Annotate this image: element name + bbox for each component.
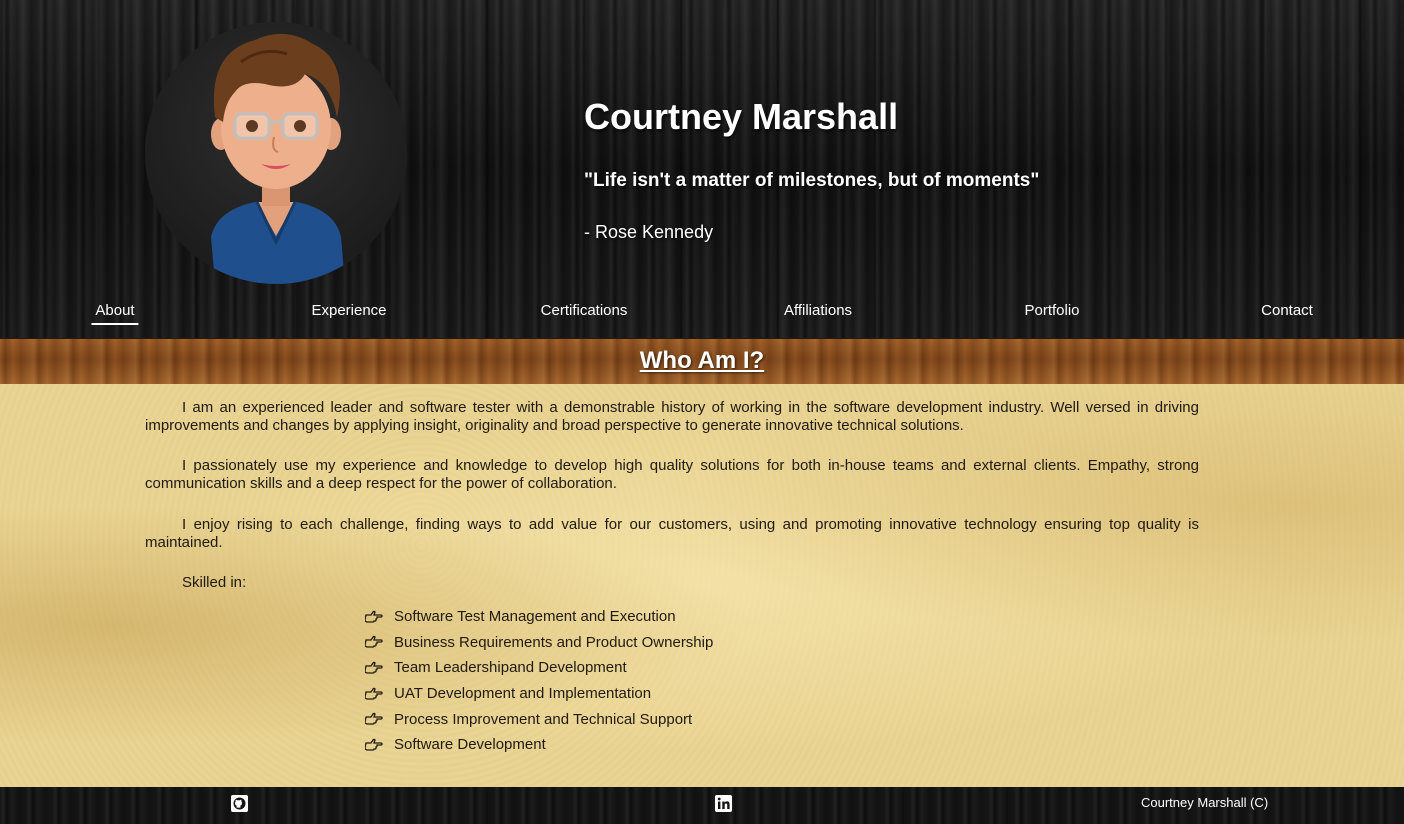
skill-item: UAT Development and Implementation: [365, 681, 713, 707]
main-nav: About Experience Certifications Affiliat…: [0, 297, 1404, 331]
profile-quote: "Life isn't a matter of milestones, but …: [584, 170, 1040, 191]
section-title: Who Am I?: [639, 347, 765, 374]
profile-name: Courtney Marshall: [584, 96, 899, 137]
nav-item-portfolio[interactable]: Portfolio: [1020, 302, 1083, 323]
copyright-text: Courtney Marshall (C): [1141, 795, 1269, 810]
about-content: I am an experienced leader and software …: [0, 384, 1404, 787]
about-paragraph: I enjoy rising to each challenge, findin…: [145, 516, 1199, 551]
quote-author: - Rose Kennedy: [584, 222, 714, 242]
skill-label: Team Leadershipand Development: [394, 659, 627, 677]
hand-pointing-right-icon: [365, 713, 383, 725]
skill-item: Business Requirements and Product Owners…: [365, 630, 713, 656]
hand-pointing-right-icon: [365, 661, 383, 674]
skills-list: Software Test Management and Execution B…: [365, 604, 713, 758]
skill-item: Software Development: [365, 732, 713, 758]
skilled-label: Skilled in:: [182, 574, 247, 591]
hand-pointing-right-icon: [365, 610, 383, 623]
nav-item-contact[interactable]: Contact: [1257, 302, 1317, 323]
about-paragraph: I passionately use my experience and kno…: [145, 457, 1199, 492]
skill-label: Process Improvement and Technical Suppor…: [394, 710, 693, 728]
section-banner: Who Am I?: [0, 338, 1404, 385]
nav-item-certifications[interactable]: Certifications: [537, 302, 632, 323]
skill-item: Team Leadershipand Development: [365, 655, 713, 681]
skill-item: Software Test Management and Execution: [365, 604, 713, 630]
hand-pointing-right-icon: [365, 687, 383, 700]
nav-item-about[interactable]: About: [91, 302, 139, 325]
avatar: [145, 22, 407, 284]
about-paragraph: I am an experienced leader and software …: [145, 399, 1199, 434]
linkedin-icon[interactable]: [715, 795, 732, 812]
skill-label: UAT Development and Implementation: [394, 685, 652, 703]
skill-item: Process Improvement and Technical Suppor…: [365, 706, 713, 732]
page: Courtney Marshall "Life isn't a matter o…: [0, 0, 1404, 824]
hand-pointing-right-icon: [365, 636, 383, 649]
nav-item-experience[interactable]: Experience: [307, 302, 390, 323]
nav-item-affiliations[interactable]: Affiliations: [780, 302, 856, 323]
header: Courtney Marshall "Life isn't a matter o…: [0, 0, 1404, 338]
skill-label: Business Requirements and Product Owners…: [394, 633, 714, 651]
skill-label: Software Test Management and Execution: [394, 608, 676, 626]
footer: Courtney Marshall (C): [0, 787, 1404, 824]
cartoon-avatar-icon: [211, 33, 345, 284]
skill-label: Software Development: [394, 736, 546, 754]
github-icon[interactable]: [231, 795, 248, 812]
hand-pointing-right-icon: [365, 738, 383, 751]
